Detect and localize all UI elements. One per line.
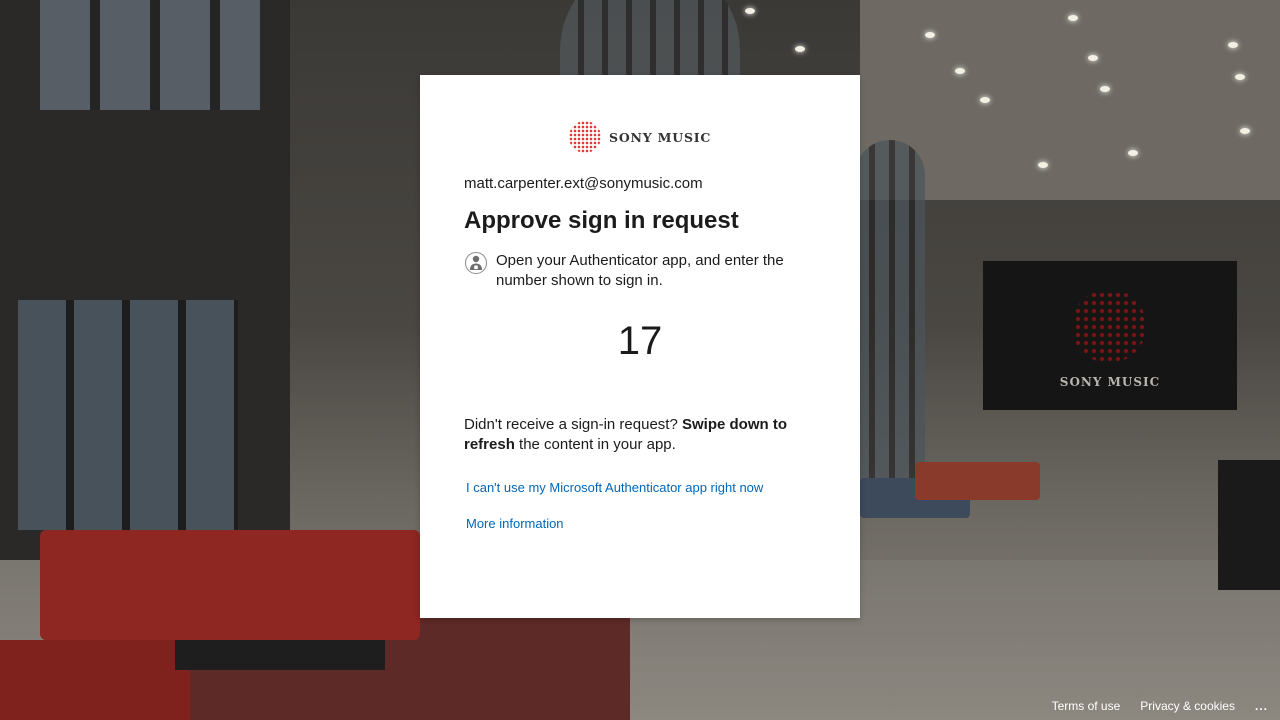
- ceiling-light: [1038, 162, 1048, 168]
- ceiling-light: [1228, 42, 1238, 48]
- ceiling-light: [1100, 86, 1110, 92]
- background-arch-window: [855, 140, 925, 480]
- terms-of-use-link[interactable]: Terms of use: [1052, 699, 1121, 713]
- more-options-button[interactable]: ...: [1255, 699, 1268, 713]
- sony-music-logo-icon: [569, 121, 601, 153]
- page-title: Approve sign in request: [464, 207, 739, 234]
- background-screen-logo-icon: [1066, 283, 1152, 369]
- notice-suffix: the content in your app.: [514, 436, 676, 453]
- background-sofa: [0, 640, 190, 720]
- background-counter: [1218, 460, 1280, 590]
- background-sofa: [915, 462, 1040, 500]
- cant-use-authenticator-link[interactable]: I can't use my Microsoft Authenticator a…: [466, 480, 763, 495]
- footer: Terms of use Privacy & cookies ...: [1052, 692, 1280, 720]
- ceiling-light: [1235, 74, 1245, 80]
- background-window: [40, 0, 260, 110]
- background-sofa: [40, 530, 420, 640]
- background-screen-label: SONY MUSIC: [1059, 375, 1161, 389]
- ceiling-light: [980, 97, 990, 103]
- ceiling-light: [955, 68, 965, 74]
- authenticator-icon: [465, 251, 487, 275]
- background-window: [18, 300, 238, 530]
- privacy-cookies-link[interactable]: Privacy & cookies: [1140, 699, 1235, 713]
- ceiling-light: [1240, 128, 1250, 134]
- ceiling-light: [1128, 150, 1138, 156]
- ceiling-light: [745, 8, 755, 14]
- ceiling-light: [1068, 15, 1078, 21]
- instruction-text: Open your Authenticator app, and enter t…: [496, 252, 784, 289]
- background-table: [175, 640, 385, 670]
- ceiling-light: [925, 32, 935, 38]
- more-information-link[interactable]: More information: [466, 516, 564, 531]
- signin-card: SONY MUSIC matt.carpenter.ext@sonymusic.…: [420, 75, 860, 618]
- account-identity: matt.carpenter.ext@sonymusic.com: [464, 175, 703, 192]
- approval-number: 17: [617, 319, 663, 363]
- ceiling-light: [1088, 55, 1098, 61]
- company-logo: SONY MUSIC: [569, 121, 711, 153]
- logo-text: SONY MUSIC: [609, 129, 712, 145]
- notice-prefix: Didn't receive a sign-in request?: [464, 416, 682, 433]
- notice-text: Didn't receive a sign-in request? Swipe …: [464, 415, 814, 455]
- ceiling-light: [795, 46, 805, 52]
